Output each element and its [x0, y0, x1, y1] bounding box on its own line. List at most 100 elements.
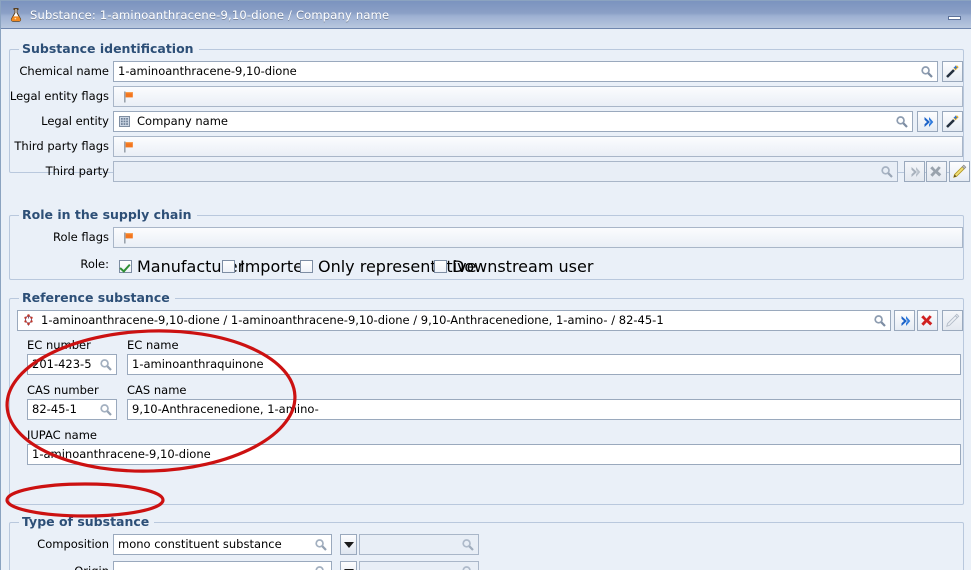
molecule-icon	[22, 314, 35, 327]
reference-substance-delete-button[interactable]	[917, 310, 938, 331]
orange-flag-icon[interactable]	[122, 231, 136, 245]
reference-substance-edit-button[interactable]	[942, 310, 963, 331]
section-title-role-in-supply-chain: Role in the supply chain	[19, 207, 197, 223]
window-title-bar: Substance: 1-aminoanthracene-9,10-dione …	[1, 1, 971, 29]
minimize-button[interactable]	[944, 8, 964, 22]
blue-chevron-right-icon	[911, 166, 920, 177]
reference-substance-open-button[interactable]	[894, 310, 915, 331]
origin-secondary-input[interactable]	[359, 561, 479, 570]
label-cas-name: CAS name	[127, 383, 187, 397]
reference-substance-input[interactable]: 1-aminoanthracene-9,10-dione / 1-aminoan…	[17, 310, 891, 331]
iupac-name-input[interactable]: 1-aminoanthracene-9,10-dione	[27, 444, 961, 465]
ec-number-value: 201-423-5	[32, 357, 92, 371]
origin-input[interactable]	[113, 561, 332, 570]
orange-flag-icon[interactable]	[122, 90, 136, 104]
section-reference-substance: Reference substance 1-aminoanthracene-9,…	[9, 290, 964, 505]
search-icon[interactable]	[880, 165, 894, 179]
section-body: 1-aminoanthracene-9,10-dione / 1-aminoan…	[9, 298, 964, 505]
checkbox-box[interactable]	[434, 260, 447, 273]
red-x-icon	[929, 165, 941, 177]
cas-name-value: 9,10-Anthracenedione, 1-amino-	[132, 402, 319, 416]
flask-icon	[7, 6, 25, 24]
substance-form-window: Substance: 1-aminoanthracene-9,10-dione …	[0, 0, 971, 570]
section-title-substance-identification: Substance identification	[19, 41, 199, 57]
reference-substance-value: 1-aminoanthracene-9,10-dione / 1-aminoan…	[41, 313, 664, 327]
section-substance-identification: Substance identification Chemical name 1…	[9, 41, 970, 182]
section-body: Role flags Role: Manufacturer Importer O…	[9, 215, 964, 280]
label-chemical-name: Chemical name	[19, 64, 109, 78]
chemical-name-value: 1-aminoanthracene-9,10-dione	[118, 64, 297, 78]
section-role-in-supply-chain: Role in the supply chain Role flags Role…	[9, 207, 964, 280]
label-iupac-name: IUPAC name	[27, 428, 97, 442]
third-party-edit-button[interactable]	[949, 161, 970, 182]
section-body: Chemical name 1-aminoanthracene-9,10-dio…	[9, 49, 970, 182]
label-composition: Composition	[37, 537, 109, 551]
composition-input[interactable]: mono constituent substance	[113, 534, 332, 555]
label-ec-number: EC number	[27, 338, 91, 352]
legal-entity-open-button[interactable]	[917, 111, 938, 132]
search-icon[interactable]	[461, 538, 475, 552]
composition-secondary-input[interactable]	[359, 534, 479, 555]
search-icon[interactable]	[920, 65, 934, 79]
cas-number-value: 82-45-1	[32, 402, 77, 416]
checkbox-box[interactable]	[222, 260, 235, 273]
checkbox-role-downstream-user[interactable]: Downstream user	[434, 257, 593, 276]
caret-down-icon	[343, 541, 354, 548]
checkbox-label: Downstream user	[452, 257, 594, 276]
legal-entity-input[interactable]: Company name	[113, 111, 913, 132]
search-icon[interactable]	[99, 358, 113, 372]
search-icon[interactable]	[461, 565, 475, 570]
magic-wand-icon	[946, 65, 959, 78]
third-party-input[interactable]	[113, 161, 898, 182]
legal-entity-wand-button[interactable]	[942, 111, 963, 132]
magic-wand-icon	[946, 115, 959, 128]
label-legal-entity: Legal entity	[41, 114, 109, 128]
blue-chevron-right-icon	[901, 315, 910, 326]
window-title: Substance: 1-aminoanthracene-9,10-dione …	[30, 7, 390, 22]
composition-value: mono constituent substance	[118, 537, 282, 551]
section-type-of-substance: Type of substance Composition mono const…	[9, 514, 964, 570]
search-icon[interactable]	[873, 314, 887, 328]
third-party-delete-button[interactable]	[926, 161, 947, 182]
search-icon[interactable]	[99, 403, 113, 417]
chemical-name-wand-button[interactable]	[942, 61, 963, 82]
label-origin: Origin	[9, 561, 109, 570]
cas-name-input[interactable]: 9,10-Anthracenedione, 1-amino-	[127, 399, 961, 420]
third-party-open-button[interactable]	[904, 161, 925, 182]
orange-flag-icon[interactable]	[122, 140, 136, 154]
search-icon[interactable]	[895, 115, 909, 129]
ec-number-input[interactable]: 201-423-5	[27, 354, 117, 375]
label-cas-number: CAS number	[27, 383, 99, 397]
ec-name-input[interactable]: 1-aminoanthraquinone	[127, 354, 961, 375]
ec-name-value: 1-aminoanthraquinone	[132, 357, 264, 371]
third-party-flags-bar[interactable]	[113, 136, 963, 157]
section-title-reference-substance: Reference substance	[19, 290, 175, 306]
search-icon[interactable]	[314, 538, 328, 552]
label-role-flags: Role flags	[52, 230, 109, 244]
pencil-icon	[953, 164, 967, 178]
form-content: Substance identification Chemical name 1…	[1, 29, 971, 570]
checkbox-role-importer[interactable]: Importer	[222, 257, 310, 276]
reference-substance-details: EC number 201-423-5 EC name 1-aminoanthr…	[23, 338, 965, 498]
label-third-party-flags: Third party flags	[14, 139, 109, 153]
checkbox-box[interactable]	[119, 260, 132, 273]
pencil-icon	[946, 313, 960, 327]
legal-entity-flags-bar[interactable]	[113, 86, 963, 107]
role-flags-bar[interactable]	[113, 227, 963, 248]
building-icon	[118, 115, 131, 128]
label-third-party: Third party	[45, 164, 109, 178]
section-title-type-of-substance: Type of substance	[19, 514, 155, 530]
chemical-name-input[interactable]: 1-aminoanthracene-9,10-dione	[113, 61, 938, 82]
checkbox-box[interactable]	[300, 260, 313, 273]
iupac-name-value: 1-aminoanthracene-9,10-dione	[32, 447, 211, 461]
search-icon[interactable]	[314, 565, 328, 570]
composition-dropdown-button[interactable]	[340, 534, 357, 555]
label-ec-name: EC name	[127, 338, 179, 352]
label-role: Role:	[80, 257, 109, 271]
blue-chevron-right-icon	[924, 116, 933, 127]
cas-number-input[interactable]: 82-45-1	[27, 399, 117, 420]
label-legal-entity-flags: Legal entity flags	[9, 89, 109, 103]
origin-dropdown-button[interactable]	[340, 561, 357, 570]
red-x-icon	[920, 314, 932, 326]
legal-entity-value: Company name	[137, 114, 228, 128]
